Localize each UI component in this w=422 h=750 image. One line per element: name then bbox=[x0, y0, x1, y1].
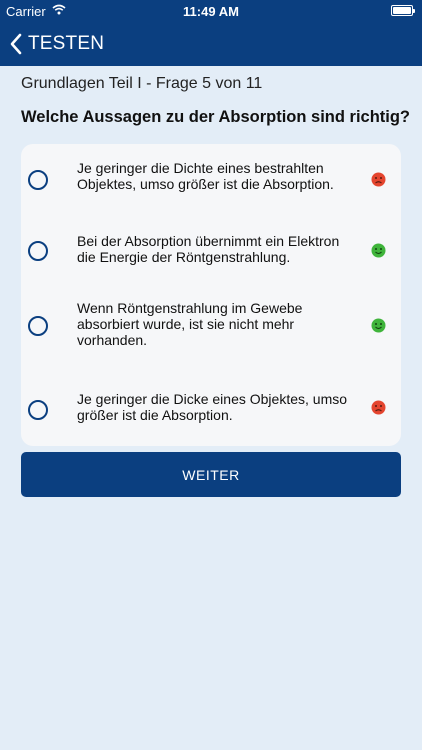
happy-face-icon bbox=[371, 243, 386, 258]
back-button-label: TESTEN bbox=[28, 33, 105, 54]
answer-text: Bei der Absorption übernimmt ein Elektro… bbox=[77, 233, 340, 265]
next-button[interactable]: WEITER bbox=[21, 452, 401, 497]
answer-text: Je geringer die Dichte eines bestrahlten… bbox=[77, 160, 334, 192]
answers-card: Je geringer die Dichte eines bestrahlten… bbox=[21, 144, 401, 446]
question-text: Welche Aussagen zu der Absorption sind r… bbox=[21, 108, 411, 126]
sad-face-icon bbox=[371, 400, 386, 415]
navigation-bar: Carrier 11:49 AM TESTEN bbox=[0, 0, 422, 66]
question-progress: Grundlagen Teil I - Frage 5 von 11 bbox=[21, 75, 263, 92]
status-bar: Carrier 11:49 AM bbox=[0, 0, 422, 22]
answer-text: Je geringer die Dicke eines Objektes, um… bbox=[77, 391, 348, 423]
happy-face-icon bbox=[371, 318, 386, 333]
clock: 11:49 AM bbox=[183, 4, 239, 19]
radio-button[interactable] bbox=[28, 170, 48, 190]
radio-button[interactable] bbox=[28, 316, 48, 336]
answer-option-1[interactable]: Je geringer die Dichte eines bestrahlten… bbox=[21, 144, 401, 214]
back-button[interactable]: TESTEN bbox=[10, 30, 104, 58]
answer-option-3[interactable]: Wenn Röntgenstrahlung im Gewebe absorbie… bbox=[21, 290, 401, 360]
answer-option-2[interactable]: Bei der Absorption übernimmt ein Elektro… bbox=[21, 216, 401, 286]
chevron-left-icon bbox=[10, 33, 22, 55]
sad-face-icon bbox=[371, 172, 386, 187]
radio-button[interactable] bbox=[28, 400, 48, 420]
answer-option-4[interactable]: Je geringer die Dicke eines Objektes, um… bbox=[21, 372, 401, 442]
battery-icon bbox=[391, 5, 415, 16]
answer-text: Wenn Röntgenstrahlung im Gewebe absorbie… bbox=[77, 300, 303, 348]
radio-button[interactable] bbox=[28, 241, 48, 261]
